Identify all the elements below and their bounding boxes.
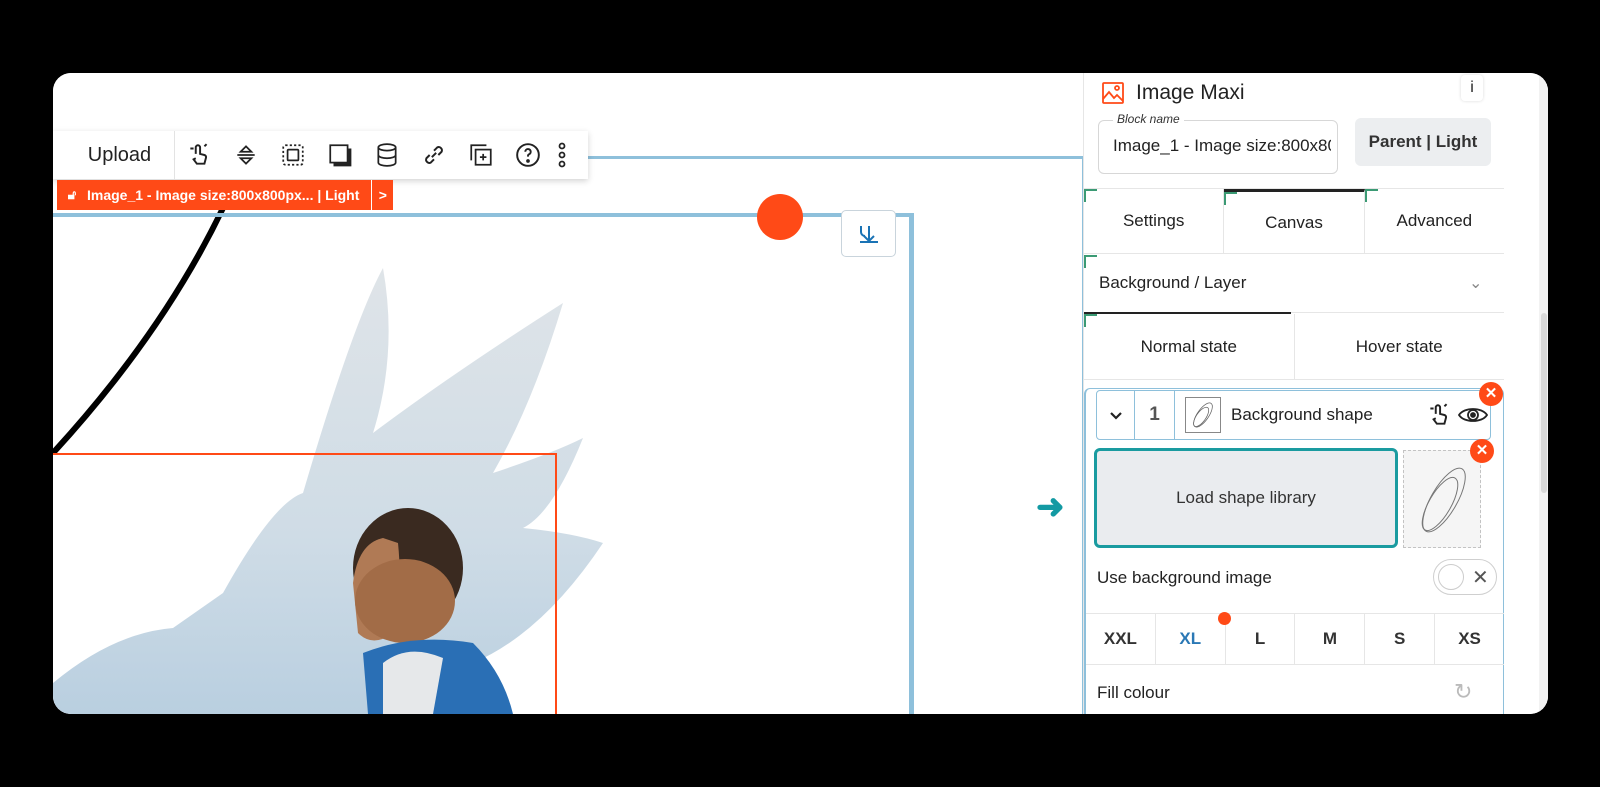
block-toolbar: Upload: [53, 131, 588, 179]
breakpoint-xl-label: XL: [1179, 629, 1202, 648]
tab-advanced-label: Advanced: [1396, 211, 1473, 230]
remove-layer-icon[interactable]: ✕: [1479, 382, 1503, 406]
toggle-knob: [1438, 564, 1464, 590]
touch-icon[interactable]: [175, 131, 222, 179]
breakpoint-xs[interactable]: XS: [1435, 614, 1504, 664]
inspector-sidebar: Image Maxi i Block name Parent | Light S…: [1083, 73, 1548, 714]
insert-block-button[interactable]: [841, 210, 896, 257]
breakpoint-xl[interactable]: XL: [1156, 612, 1231, 664]
editor-canvas[interactable]: Upload 🔓︎ Image_1 - Image size:800x800px…: [53, 73, 1083, 714]
toggle-off-icon: ✕: [1472, 567, 1489, 589]
upload-button[interactable]: Upload: [53, 131, 175, 179]
background-layer-section[interactable]: Background / Layer ⌄: [1084, 255, 1504, 315]
hover-state-label: Hover state: [1355, 336, 1443, 356]
tab-hover-state[interactable]: Hover state: [1295, 314, 1505, 379]
block-label-text: Image_1 - Image size:800x800px... | Ligh…: [87, 187, 360, 203]
section-corner-marker: [1084, 255, 1097, 268]
tab-canvas[interactable]: Canvas: [1224, 189, 1365, 253]
layer-row[interactable]: 1 Background shape: [1096, 390, 1491, 440]
block-title: Image Maxi: [1136, 81, 1245, 104]
fill-colour-label: Fill colour: [1097, 683, 1170, 702]
breakpoint-m[interactable]: M: [1295, 614, 1366, 664]
breakpoint-tabs: XXL XL L M S XS: [1086, 612, 1504, 665]
reset-icon[interactable]: ↻: [1454, 679, 1472, 705]
state-corner-marker: [1084, 314, 1097, 327]
load-shape-library-button[interactable]: Load shape library: [1094, 448, 1398, 548]
sidebar-tabs: Settings Canvas Advanced: [1084, 188, 1504, 254]
tab-normal-state[interactable]: Normal state: [1084, 314, 1295, 379]
section-title: Background / Layer: [1099, 273, 1247, 292]
breakpoint-l[interactable]: L: [1226, 614, 1296, 664]
app-window: Upload 🔓︎ Image_1 - Image size:800x800px…: [53, 73, 1548, 714]
use-background-image-toggle[interactable]: ✕: [1433, 559, 1497, 595]
block-label-arrow[interactable]: >: [371, 180, 393, 210]
insert-arrow-icon: [859, 225, 878, 243]
sidebar-header: Image Maxi i Block name Parent | Light: [1084, 73, 1504, 186]
breakpoint-s[interactable]: S: [1365, 614, 1436, 664]
normal-state-label: Normal state: [1140, 336, 1237, 356]
resize-handle[interactable]: [757, 194, 803, 240]
block-breadcrumb-label[interactable]: 🔓︎ Image_1 - Image size:800x800px... | L…: [57, 180, 394, 210]
parent-button[interactable]: Parent | Light: [1355, 118, 1491, 166]
duplicate-icon[interactable]: [457, 131, 504, 179]
tab-corner-marker: [1224, 192, 1238, 205]
tab-corner-marker: [1084, 189, 1097, 202]
inner-block-outline-right: [909, 213, 914, 714]
breakpoint-xxl[interactable]: XXL: [1086, 614, 1156, 664]
tab-corner-marker: [1364, 189, 1378, 202]
arrow-right-icon: ➜: [1036, 488, 1065, 526]
chevron-down-icon[interactable]: ⌄: [1469, 273, 1482, 293]
help-icon[interactable]: [504, 131, 551, 179]
info-button[interactable]: i: [1461, 75, 1483, 101]
block-name-field[interactable]: Block name: [1098, 112, 1338, 174]
more-icon[interactable]: [551, 131, 573, 179]
layer-number: 1: [1135, 391, 1175, 439]
tab-settings-label: Settings: [1122, 211, 1185, 230]
selected-layer-outline: [53, 453, 557, 714]
shape-preview: [1403, 450, 1481, 548]
block-name-input[interactable]: [1113, 136, 1331, 156]
remove-shape-icon[interactable]: ✕: [1470, 439, 1494, 463]
state-tabs: Normal state Hover state: [1084, 314, 1504, 380]
shadow-icon[interactable]: [316, 131, 363, 179]
tab-settings[interactable]: Settings: [1084, 189, 1225, 253]
padding-icon[interactable]: [269, 131, 316, 179]
tab-advanced[interactable]: Advanced: [1364, 189, 1504, 253]
sidebar-scrollbar-thumb[interactable]: [1541, 313, 1547, 493]
link-icon[interactable]: [410, 131, 457, 179]
layer-name: Background shape: [1231, 405, 1373, 424]
touch-icon[interactable]: [1422, 400, 1456, 430]
alignment-icon[interactable]: [222, 131, 269, 179]
lock-icon[interactable]: 🔓︎: [57, 187, 87, 203]
tab-canvas-label: Canvas: [1265, 212, 1323, 232]
shape-thumbnail: [1185, 397, 1221, 433]
database-icon[interactable]: [363, 131, 410, 179]
chevron-down-icon[interactable]: [1097, 391, 1135, 439]
use-background-image-label: Use background image: [1097, 568, 1272, 587]
block-name-legend: Block name: [1113, 112, 1184, 126]
image-block-icon: [1102, 82, 1124, 104]
